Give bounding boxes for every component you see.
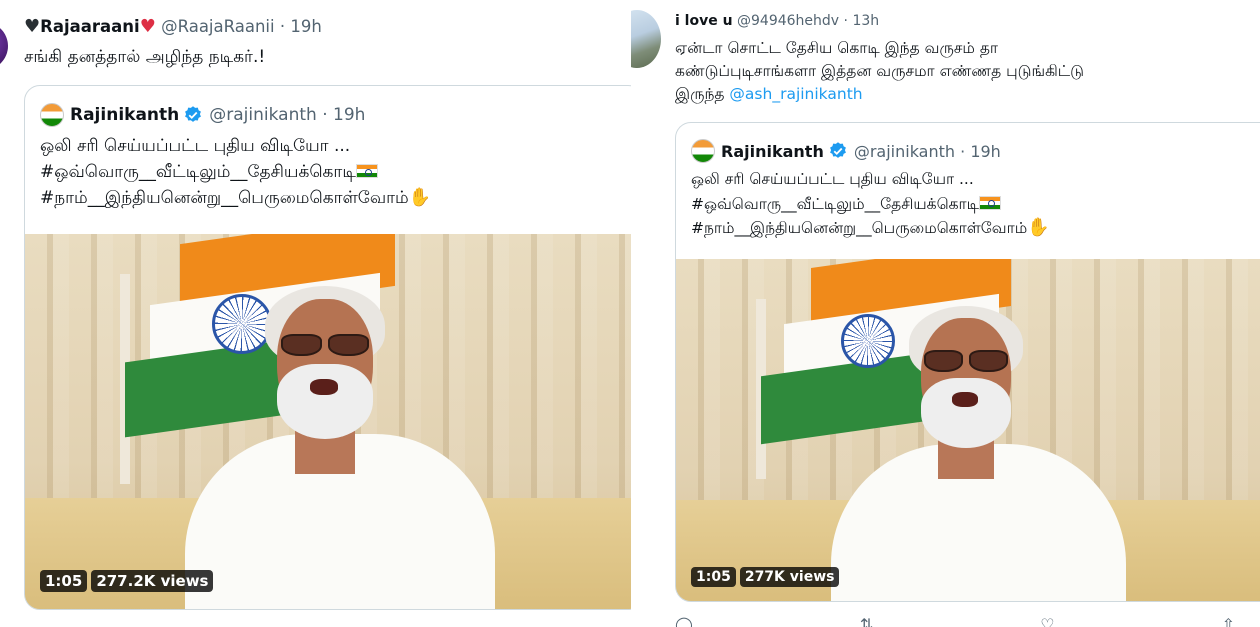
quoted-line-1: ஒலி சரி செய்யப்பட்ட புதிய விடியோ ... [40, 136, 351, 156]
video-badge: 1:05 277.2K views [40, 570, 214, 592]
video-badge: 1:05 277K views [691, 567, 840, 587]
reply-icon[interactable]: ◯ [675, 615, 693, 627]
quoted-tweet[interactable]: Rajinikanth @rajinikanth · 19h ஒலி சரி ச… [675, 122, 1260, 602]
retweet-icon[interactable]: ⇅ [860, 615, 873, 627]
quoted-tweet-header: Rajinikanth @rajinikanth · 19h [40, 103, 365, 127]
tweet-right[interactable]: i love u @94946hehdv · 13h ஏன்டா சொட்ட த… [631, 0, 1260, 627]
quoted-author-handle[interactable]: @rajinikanth [854, 142, 955, 161]
hashtag-1[interactable]: #ஒவ்வொரு__வீட்டிலும்__தேசியக்கொடி [40, 162, 356, 182]
quoted-tweet-header: Rajinikanth @rajinikanth · 19h [691, 139, 1001, 163]
video-views: 277K views [739, 567, 840, 587]
like-icon[interactable]: ♡ [1040, 615, 1054, 627]
quoted-tweet-text: ஒலி சரி செய்யப்பட்ட புதிய விடியோ ... #ஒவ… [40, 133, 431, 211]
quoted-tweet-time[interactable]: 19h [333, 105, 365, 125]
quoted-avatar[interactable] [40, 103, 64, 127]
author-name[interactable]: Rajaaraani [40, 17, 140, 36]
quoted-author-name[interactable]: Rajinikanth [70, 105, 179, 125]
separator-dot: · [279, 17, 286, 36]
video-person [816, 304, 1126, 601]
tweet-left[interactable]: ♥Rajaaraani♥ @RaajaRaanii · 19h சங்கி தன… [0, 0, 631, 627]
tweet-header: i love u @94946hehdv · 13h [675, 11, 879, 31]
tweet-line-1: ஏன்டா சொட்ட தேசிய கொடி இந்த வருசம் தா [675, 39, 999, 57]
video-duration: 1:05 [691, 567, 736, 587]
avatar[interactable] [631, 10, 661, 68]
avatar[interactable] [0, 22, 8, 70]
quoted-tweet-text: ஒலி சரி செய்யப்பட்ட புதிய விடியோ ... #ஒவ… [691, 167, 1050, 241]
tweet-text: ஏன்டா சொட்ட தேசிய கொடி இந்த வருசம் தா கண… [675, 37, 1084, 106]
quoted-author-handle[interactable]: @rajinikanth [209, 105, 317, 125]
video-player[interactable]: 1:05 277.2K views [25, 234, 631, 609]
quoted-avatar[interactable] [691, 139, 715, 163]
tweet-time[interactable]: 13h [852, 13, 879, 29]
separator-dot: · [960, 141, 966, 161]
verified-badge-icon [185, 106, 202, 122]
tweet-time[interactable]: 19h [290, 17, 321, 36]
hashtag-2[interactable]: #நாம்__இந்தியனென்று__பெருமைகொள்வோம் [40, 188, 409, 208]
india-flag-icon [978, 195, 1001, 210]
author-name[interactable]: i love u [675, 13, 733, 29]
separator-dot: · [322, 105, 328, 125]
black-heart-icon: ♥ [24, 16, 41, 37]
quoted-line-1: ஒலி சரி செய்யப்பட்ட புதிய விடியோ ... [691, 170, 974, 188]
tweet-actions: ◯ ⇅ ♡ ⇧ [675, 615, 1235, 627]
verified-badge-icon [829, 142, 846, 158]
flexed-biceps-icon: ✋ [1027, 217, 1050, 238]
tweet-header: ♥Rajaaraani♥ @RaajaRaanii · 19h [24, 17, 322, 37]
quoted-tweet[interactable]: Rajinikanth @rajinikanth · 19h ஒலி சரி ச… [24, 85, 631, 610]
quoted-tweet-time[interactable]: 19h [970, 142, 1001, 161]
tweet-line-2: கண்டுப்புடிசாங்களா இத்தன வருசமா எண்ணத பு… [675, 62, 1084, 80]
video-person [165, 284, 495, 609]
share-icon[interactable]: ⇧ [1222, 615, 1235, 627]
hashtag-1[interactable]: #ஒவ்வொரு__வீட்டிலும்__தேசியக்கொடி [691, 195, 979, 213]
author-handle[interactable]: @RaajaRaanii [161, 17, 274, 36]
separator-dot: · [843, 13, 848, 29]
mention-link[interactable]: @ash_rajinikanth [729, 85, 862, 103]
tweet-line-3: இருந்த [675, 85, 725, 103]
red-heart-icon: ♥ [139, 16, 156, 37]
hashtag-2[interactable]: #நாம்__இந்தியனென்று__பெருமைகொள்வோம் [691, 219, 1027, 237]
author-handle[interactable]: @94946hehdv [737, 13, 839, 29]
flexed-biceps-icon: ✋ [408, 187, 432, 208]
video-duration: 1:05 [40, 570, 88, 592]
video-player[interactable]: 1:05 277K views [676, 259, 1260, 601]
video-views: 277.2K views [91, 570, 214, 592]
quoted-author-name[interactable]: Rajinikanth [721, 142, 824, 161]
tweet-text: சங்கி தனத்தால் அழிந்த நடிகர்.! [24, 47, 266, 67]
india-flag-icon [355, 164, 378, 178]
